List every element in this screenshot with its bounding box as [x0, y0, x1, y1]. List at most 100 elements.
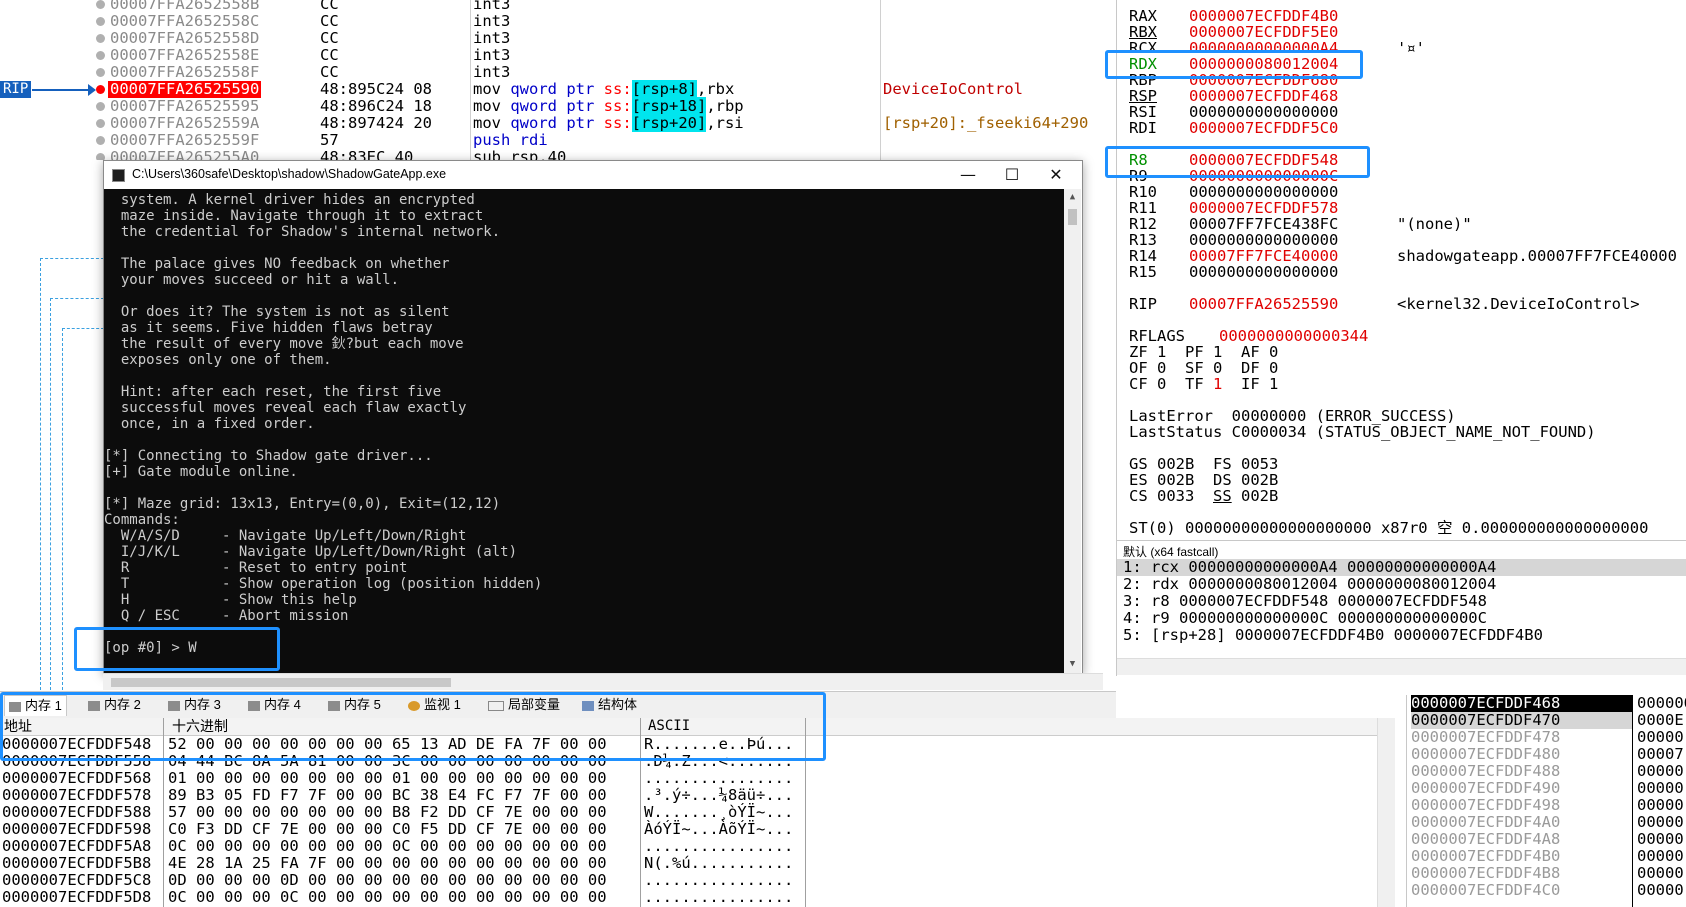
- stack-row[interactable]: 0000007ECFDDF498: [1411, 797, 1560, 814]
- stack-row[interactable]: 0000007ECFDDF468: [1411, 695, 1635, 712]
- stack-row[interactable]: 0000007ECFDDF4A8: [1411, 831, 1560, 848]
- console-scrollbar[interactable]: ▲ ▼: [1064, 189, 1081, 673]
- stack-row[interactable]: 0000007ECFDDF478: [1411, 729, 1560, 746]
- disassembly-view[interactable]: 00007FFA2652558B CC int3 00007FFA2652558C C…: [0, 0, 1100, 160]
- disasm-address: 00007FFA2652559F: [110, 131, 260, 149]
- rip-arrow: [32, 89, 92, 91]
- breakpoint-dot[interactable]: [96, 119, 105, 128]
- registers-panel[interactable]: RAX 0000007ECFDDF4B0 RBX 0000007ECFDDF5E0 …: [1116, 0, 1686, 555]
- disasm-bytes: 48:895C24 08: [320, 80, 432, 98]
- console-line: Or does it? The system is not as silent: [104, 304, 450, 320]
- disasm-instruction: int3: [473, 46, 511, 64]
- stack-row[interactable]: 0000007ECFDDF4C0: [1411, 882, 1560, 899]
- disasm-row[interactable]: 00007FFA2652558F CC int3: [0, 64, 1100, 81]
- scroll-thumb[interactable]: [1068, 209, 1077, 225]
- segment-row[interactable]: ES 002B DS 002B: [1129, 472, 1278, 488]
- stack-row[interactable]: 0000007ECFDDF480: [1411, 746, 1560, 763]
- breakpoint-dot[interactable]: [96, 34, 105, 43]
- jump-line: [40, 258, 104, 259]
- close-button[interactable]: ✕: [1034, 163, 1078, 187]
- stack-row[interactable]: 0000007ECFDDF4A0: [1411, 814, 1560, 831]
- disasm-comment: [rsp+20]:_fseeki64+290: [883, 114, 1089, 132]
- disasm-comment: DeviceIoControl: [883, 80, 1023, 98]
- flags-row[interactable]: OF 0 SF 0 DF 0: [1129, 360, 1278, 376]
- stack-row[interactable]: 0000007ECFDDF4B0: [1411, 848, 1560, 865]
- console-line: once, in a fixed order.: [104, 416, 315, 432]
- console-line: I/J/K/L - Navigate Up/Left/Down/Right (a…: [104, 544, 518, 560]
- disasm-bytes: CC: [320, 29, 339, 47]
- segment-row[interactable]: GS 002B FS 0053: [1129, 456, 1278, 472]
- jump-line: [62, 328, 63, 690]
- stack-row[interactable]: 0000007ECFDDF4B8: [1411, 865, 1560, 882]
- scroll-down-icon[interactable]: ▼: [1064, 656, 1081, 673]
- stack-row[interactable]: 0000007ECFDDF490: [1411, 780, 1560, 797]
- breakpoint-dot[interactable]: [96, 153, 105, 160]
- call-args-panel[interactable]: 默认 (x64 fastcall) 1: rcx 00000000000000A…: [1116, 540, 1686, 676]
- console-line: successful moves reveal each flaw exactl…: [104, 400, 467, 416]
- disasm-row-current[interactable]: 00007FFA26525590 48:895C24 08 mov qword pt…: [0, 80, 1100, 98]
- maximize-button[interactable]: ☐: [990, 163, 1034, 187]
- disasm-column-divider: [470, 0, 471, 160]
- breakpoint-dot[interactable]: [96, 136, 105, 145]
- flags-row[interactable]: CF 0 TF 1 IF 1: [1129, 376, 1278, 392]
- args-scrollbar[interactable]: [1117, 658, 1686, 675]
- console-output[interactable]: system. A kernel driver hides an encrypt…: [104, 189, 1064, 673]
- console-line: your moves succeed or hit a wall.: [104, 272, 400, 288]
- disasm-bytes: 57: [320, 131, 339, 149]
- disasm-instruction: mov qword ptr ss:[rsp+18],rbp: [473, 97, 744, 115]
- disasm-row[interactable]: 00007FFA2652559A 48:897424 20 mov qword pt…: [0, 114, 1100, 132]
- console-line: R - Reset to entry point: [104, 560, 408, 576]
- flags-row[interactable]: ZF 1 PF 1 AF 0: [1129, 344, 1278, 360]
- breakpoint-dot[interactable]: [96, 68, 105, 77]
- console-line: the result of every move 鈥?but each move: [104, 336, 464, 352]
- arg-row[interactable]: 4: r9 000000000000000C 000000000000000C: [1117, 610, 1686, 627]
- disasm-row[interactable]: 00007FFA2652559F 57 push rdi: [0, 132, 1100, 149]
- disasm-instruction: sub rsp,40: [473, 148, 567, 161]
- disasm-instruction: int3: [473, 12, 511, 30]
- breakpoint-dot[interactable]: [96, 51, 105, 60]
- scroll-thumb[interactable]: [111, 678, 451, 687]
- last-error: LastError 00000000 (ERROR_SUCCESS): [1129, 407, 1456, 425]
- disasm-instruction: int3: [473, 63, 511, 81]
- disasm-row[interactable]: 00007FFA2652558D CC int3: [0, 30, 1100, 47]
- disasm-row[interactable]: 00007FFA26525595 48:896C24 18 mov qword pt…: [0, 97, 1100, 115]
- disasm-address: 00007FFA26525590: [108, 80, 262, 98]
- arg-row[interactable]: 1: rcx 00000000000000A4 00000000000000A4: [1117, 559, 1686, 576]
- disasm-bytes: 48:896C24 18: [320, 97, 432, 115]
- console-line: The palace gives NO feedback on whether: [104, 256, 450, 272]
- console-titlebar[interactable]: C:\Users\360safe\Desktop\shadow\ShadowGa…: [104, 161, 1082, 189]
- disasm-address: 00007FFA2652558F: [110, 63, 260, 81]
- dump-scrollbar[interactable]: [1377, 718, 1395, 907]
- console-line: as it seems. Five hidden flaws betray: [104, 320, 433, 336]
- scroll-up-icon[interactable]: ▲: [1064, 189, 1081, 206]
- disasm-horizontal-scrollbar[interactable]: [103, 673, 1103, 690]
- console-line: T - Show operation log (position hidden): [104, 576, 543, 592]
- stack-row[interactable]: 0000007ECFDDF488: [1411, 763, 1560, 780]
- disasm-address: 00007FFA26525595: [110, 97, 260, 115]
- breakpoint-dot[interactable]: [96, 0, 105, 9]
- segment-row[interactable]: CS 0033 SS 002B: [1129, 488, 1278, 504]
- disasm-address: 00007FFA265255A0: [110, 148, 260, 161]
- arg-row[interactable]: 3: r8 0000007ECFDDF548 0000007ECFDDF548: [1117, 593, 1686, 610]
- highlight-dump: [0, 692, 826, 761]
- disasm-row[interactable]: 00007FFA2652558E CC int3: [0, 47, 1100, 64]
- console-window[interactable]: C:\Users\360safe\Desktop\shadow\ShadowGa…: [103, 160, 1083, 674]
- minimize-button[interactable]: —: [946, 163, 990, 187]
- disasm-address: 00007FFA2652558D: [110, 29, 260, 47]
- arg-row[interactable]: 5: [rsp+28] 0000007ECFDDF4B0 0000007ECFD…: [1117, 627, 1686, 644]
- fpu-st0-row[interactable]: ST(0) 00000000000000000000 x87r0 空 0.000…: [1129, 520, 1648, 536]
- stack-values-column[interactable]: 0000007 0000E 00000 00007 00000 00000 00…: [1632, 695, 1686, 907]
- breakpoint-dot[interactable]: [96, 85, 105, 94]
- disasm-row[interactable]: 00007FFA2652558C CC int3: [0, 13, 1100, 30]
- disasm-row[interactable]: 00007FFA265255A0 48:83EC 40 sub rsp,40: [0, 149, 1100, 160]
- disasm-address: 00007FFA2652558C: [110, 12, 260, 30]
- disasm-instruction: push rdi: [473, 131, 548, 149]
- breakpoint-dot[interactable]: [96, 17, 105, 26]
- stack-row[interactable]: 0000007ECFDDF470: [1411, 712, 1635, 729]
- breakpoint-dot[interactable]: [96, 102, 105, 111]
- arg-row[interactable]: 2: rdx 0000000080012004 0000000080012004: [1117, 576, 1686, 593]
- console-line: the credential for Shadow's internal net…: [104, 224, 501, 240]
- console-line: W/A/S/D - Navigate Up/Left/Down/Right: [104, 528, 467, 544]
- jump-line: [50, 298, 51, 690]
- disasm-bytes: 48:83EC 40: [320, 148, 414, 161]
